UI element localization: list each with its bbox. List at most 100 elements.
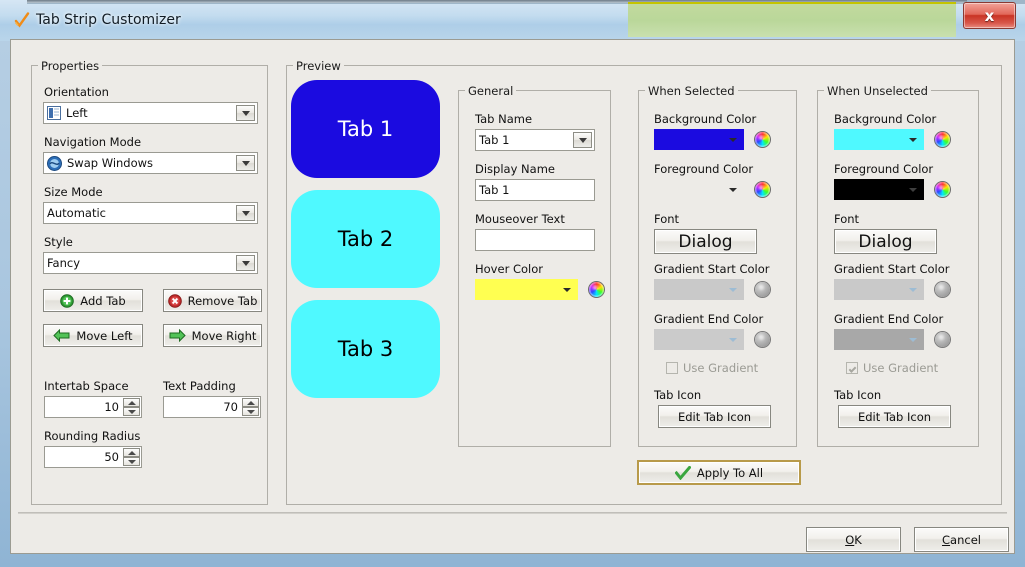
ok-mnemonic: O (845, 532, 855, 547)
unselected-tab-icon-label: Tab Icon (834, 388, 882, 402)
text-padding-decrement[interactable] (242, 407, 259, 416)
orientation-combo-arrow-button[interactable] (236, 105, 255, 121)
checkbox-box (666, 362, 678, 374)
title-green-overlay (628, 4, 956, 37)
unselected-background-color-label: Background Color (834, 112, 937, 126)
navigation-mode-combo-arrow-button[interactable] (236, 155, 255, 171)
intertab-space-increment[interactable] (123, 398, 140, 407)
tab-name-combo[interactable]: Tab 1 (475, 129, 595, 151)
selected-tab-icon-label: Tab Icon (654, 388, 702, 402)
remove-tab-button[interactable]: Remove Tab (163, 289, 262, 312)
unselected-foreground-color-picker-icon[interactable] (935, 182, 950, 197)
selected-foreground-color-combo[interactable] (654, 179, 744, 200)
checkbox-box (846, 362, 858, 374)
selected-use-gradient-checkbox: Use Gradient (666, 361, 758, 375)
chevron-down-icon (909, 137, 917, 142)
hover-color-picker-icon[interactable] (589, 282, 604, 297)
selected-gradient-start-combo (654, 279, 744, 300)
cancel-mnemonic: C (942, 532, 951, 547)
preview-tab-1[interactable]: Tab 1 (291, 80, 440, 178)
selected-foreground-color-picker-icon[interactable] (755, 182, 770, 197)
intertab-space-spinner[interactable]: 10 (44, 396, 142, 418)
unselected-font-button[interactable]: Dialog (834, 229, 937, 254)
rounding-radius-decrement[interactable] (123, 457, 140, 466)
rounding-radius-value[interactable]: 50 (45, 447, 123, 467)
dialog-client-area: Properties Orientation Left Navigation M… (10, 39, 1015, 554)
selected-foreground-color-label: Foreground Color (654, 162, 754, 176)
unselected-background-color-picker-icon[interactable] (935, 132, 950, 147)
selected-background-color-combo[interactable] (654, 129, 744, 150)
preview-tab-2[interactable]: Tab 2 (291, 190, 440, 288)
rounding-radius-stepper[interactable] (123, 448, 140, 466)
title-bar: Tab Strip Customizer x (0, 0, 1025, 41)
intertab-space-stepper[interactable] (123, 398, 140, 416)
display-name-label: Display Name (475, 162, 555, 176)
chevron-down-icon (578, 137, 587, 143)
preview-tab-3[interactable]: Tab 3 (291, 300, 440, 398)
hover-color-combo[interactable] (475, 279, 578, 300)
caret-up-icon (127, 400, 136, 405)
selected-background-color-picker-icon[interactable] (755, 132, 770, 147)
intertab-space-value[interactable]: 10 (45, 397, 123, 417)
chevron-down-icon (241, 260, 250, 266)
cancel-button[interactable]: Cancel (914, 527, 1009, 552)
orientation-combo[interactable]: Left (43, 102, 258, 124)
navigation-mode-combo[interactable]: Swap Windows (43, 152, 258, 174)
when-selected-group-title: When Selected (645, 84, 738, 98)
unselected-gradient-end-combo (834, 329, 924, 350)
selected-font-button[interactable]: Dialog (654, 229, 757, 254)
chevron-down-icon (729, 187, 737, 192)
unselected-foreground-color-label: Foreground Color (834, 162, 934, 176)
display-name-input[interactable]: Tab 1 (475, 179, 595, 201)
move-right-button[interactable]: Move Right (163, 324, 262, 347)
add-icon (60, 293, 75, 308)
caret-down-icon (127, 409, 136, 414)
rounding-radius-spinner[interactable]: 50 (44, 446, 142, 468)
selected-gradient-end-label: Gradient End Color (654, 312, 764, 326)
unselected-edit-tab-icon-button[interactable]: Edit Tab Icon (838, 405, 951, 428)
ok-rest: K (854, 532, 862, 547)
text-padding-label: Text Padding (163, 379, 236, 393)
move-left-button[interactable]: Move Left (43, 324, 143, 347)
navigation-mode-label: Navigation Mode (44, 135, 142, 149)
style-value: Fancy (47, 256, 81, 270)
unselected-font-value: Dialog (858, 231, 913, 252)
size-mode-combo-inner: Automatic (44, 203, 236, 223)
unselected-edit-tab-icon-label: Edit Tab Icon (857, 409, 932, 424)
navigation-mode-value: Swap Windows (67, 156, 154, 170)
rounding-radius-increment[interactable] (123, 448, 140, 457)
apply-to-all-button[interactable]: Apply To All (637, 460, 801, 485)
selected-edit-tab-icon-button[interactable]: Edit Tab Icon (658, 405, 771, 428)
tab-name-combo-arrow-button[interactable] (573, 132, 592, 148)
tab-name-label: Tab Name (475, 112, 533, 126)
text-padding-spinner[interactable]: 70 (163, 396, 261, 418)
chevron-down-icon (729, 337, 737, 342)
unselected-gradient-start-label: Gradient Start Color (834, 262, 950, 276)
orientation-value: Left (66, 106, 88, 120)
size-mode-combo-arrow-button[interactable] (236, 205, 255, 221)
add-tab-button[interactable]: Add Tab (43, 289, 143, 312)
text-padding-increment[interactable] (242, 398, 259, 407)
ok-button[interactable]: OK (806, 527, 901, 552)
ok-label: OK (845, 533, 862, 547)
text-padding-value[interactable]: 70 (164, 397, 242, 417)
selected-background-color-label: Background Color (654, 112, 757, 126)
text-padding-stepper[interactable] (242, 398, 259, 416)
cancel-rest: ancel (950, 532, 981, 547)
intertab-space-decrement[interactable] (123, 407, 140, 416)
hover-color-label: Hover Color (475, 262, 543, 276)
unselected-foreground-color-combo[interactable] (834, 179, 924, 200)
style-combo-arrow-button[interactable] (236, 255, 255, 271)
size-mode-value: Automatic (47, 206, 106, 220)
chevron-down-icon (729, 287, 737, 292)
properties-group-title: Properties (38, 59, 103, 73)
unselected-background-color-combo[interactable] (834, 129, 924, 150)
orientation-combo-inner: Left (44, 103, 236, 123)
selected-font-label: Font (654, 212, 680, 226)
close-button[interactable]: x (963, 2, 1016, 29)
mouseover-text-input[interactable] (475, 229, 595, 251)
size-mode-combo[interactable]: Automatic (43, 202, 258, 224)
navigation-mode-combo-inner: Swap Windows (44, 153, 236, 173)
apply-to-all-label: Apply To All (696, 465, 764, 480)
style-combo[interactable]: Fancy (43, 252, 258, 274)
